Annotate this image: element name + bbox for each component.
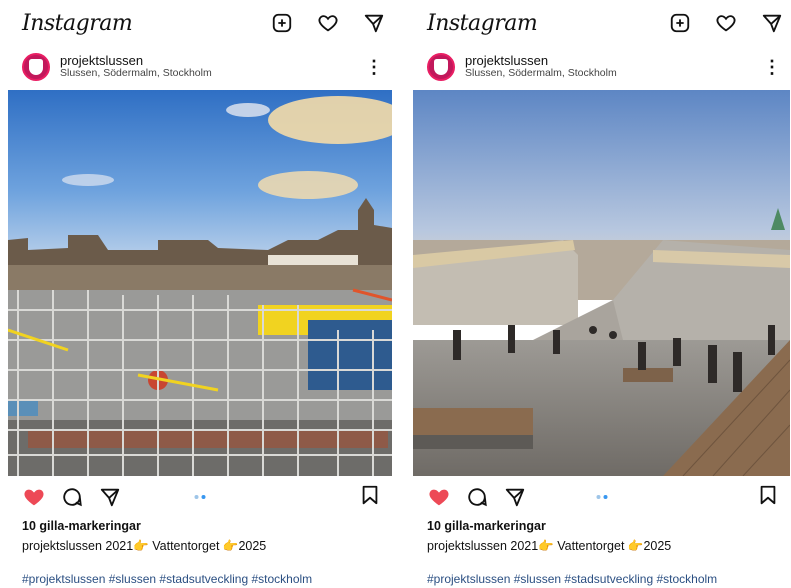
location[interactable]: Slussen, Södermalm, Stockholm bbox=[465, 68, 762, 80]
like-count[interactable]: 10 gilla-markeringar bbox=[427, 519, 546, 533]
post-photo[interactable] bbox=[413, 90, 790, 476]
new-post-icon[interactable] bbox=[668, 11, 692, 35]
heart-icon[interactable] bbox=[22, 485, 46, 509]
top-bar: Instagram bbox=[8, 0, 392, 46]
comment-icon[interactable] bbox=[465, 485, 489, 509]
post-right: Instagram projektslussen Slussen, Söderm… bbox=[413, 0, 790, 588]
carousel-dot bbox=[194, 495, 199, 499]
post-header: projektslussen Slussen, Södermalm, Stock… bbox=[413, 46, 790, 88]
bookmark-icon[interactable] bbox=[358, 483, 382, 507]
caption-username[interactable]: projektslussen bbox=[22, 539, 102, 553]
action-bar bbox=[413, 484, 790, 510]
more-icon[interactable]: ⋮ bbox=[762, 58, 782, 76]
carousel-dots bbox=[596, 495, 607, 499]
post-header: projektslussen Slussen, Södermalm, Stock… bbox=[8, 46, 392, 88]
post-photo[interactable] bbox=[8, 90, 392, 476]
heart-icon[interactable] bbox=[714, 11, 738, 35]
location[interactable]: Slussen, Södermalm, Stockholm bbox=[60, 68, 364, 80]
like-count[interactable]: 10 gilla-markeringar bbox=[22, 519, 141, 533]
caption: projektslussen 2021👉 Vattentorget 👉2025 bbox=[427, 539, 671, 554]
caption-username[interactable]: projektslussen bbox=[427, 539, 507, 553]
action-bar bbox=[8, 484, 392, 510]
hashtags[interactable]: #projektslussen #slussen #stadsutvecklin… bbox=[427, 572, 717, 586]
instagram-logo[interactable]: Instagram bbox=[427, 11, 538, 36]
send-icon[interactable] bbox=[760, 11, 784, 35]
send-icon[interactable] bbox=[503, 485, 527, 509]
user-info: projektslussen Slussen, Södermalm, Stock… bbox=[60, 53, 364, 80]
rendering-photo bbox=[413, 90, 790, 476]
action-left bbox=[427, 485, 527, 509]
more-icon[interactable]: ⋮ bbox=[364, 58, 384, 76]
hashtags[interactable]: #projektslussen #slussen #stadsutvecklin… bbox=[22, 572, 312, 586]
instagram-logo[interactable]: Instagram bbox=[22, 11, 133, 36]
heart-icon[interactable] bbox=[427, 485, 451, 509]
caption-text: 2021👉 Vattentorget 👉2025 bbox=[105, 539, 267, 553]
top-bar: Instagram bbox=[413, 0, 790, 46]
caption: projektslussen 2021👉 Vattentorget 👉2025 bbox=[22, 539, 266, 554]
username[interactable]: projektslussen bbox=[465, 53, 762, 68]
carousel-dot-active bbox=[603, 495, 607, 499]
comment-icon[interactable] bbox=[60, 485, 84, 509]
top-icons bbox=[270, 11, 386, 35]
shield-icon bbox=[434, 59, 448, 75]
action-right bbox=[756, 483, 780, 511]
carousel-dot bbox=[596, 495, 600, 499]
avatar[interactable] bbox=[22, 53, 50, 81]
carousel-dot-active bbox=[201, 495, 206, 499]
new-post-icon[interactable] bbox=[270, 11, 294, 35]
shield-icon bbox=[29, 59, 43, 75]
send-icon[interactable] bbox=[98, 485, 122, 509]
bookmark-icon[interactable] bbox=[756, 483, 780, 507]
action-right bbox=[358, 483, 382, 511]
carousel-dots bbox=[194, 495, 206, 499]
action-left bbox=[22, 485, 122, 509]
caption-text: 2021👉 Vattentorget 👉2025 bbox=[510, 539, 672, 553]
username[interactable]: projektslussen bbox=[60, 53, 364, 68]
post-left: Instagram projektslussen Slussen, Söderm… bbox=[8, 0, 392, 588]
heart-icon[interactable] bbox=[316, 11, 340, 35]
construction-photo bbox=[8, 90, 392, 476]
send-icon[interactable] bbox=[362, 11, 386, 35]
user-info: projektslussen Slussen, Södermalm, Stock… bbox=[465, 53, 762, 80]
avatar[interactable] bbox=[427, 53, 455, 81]
top-icons bbox=[668, 11, 784, 35]
